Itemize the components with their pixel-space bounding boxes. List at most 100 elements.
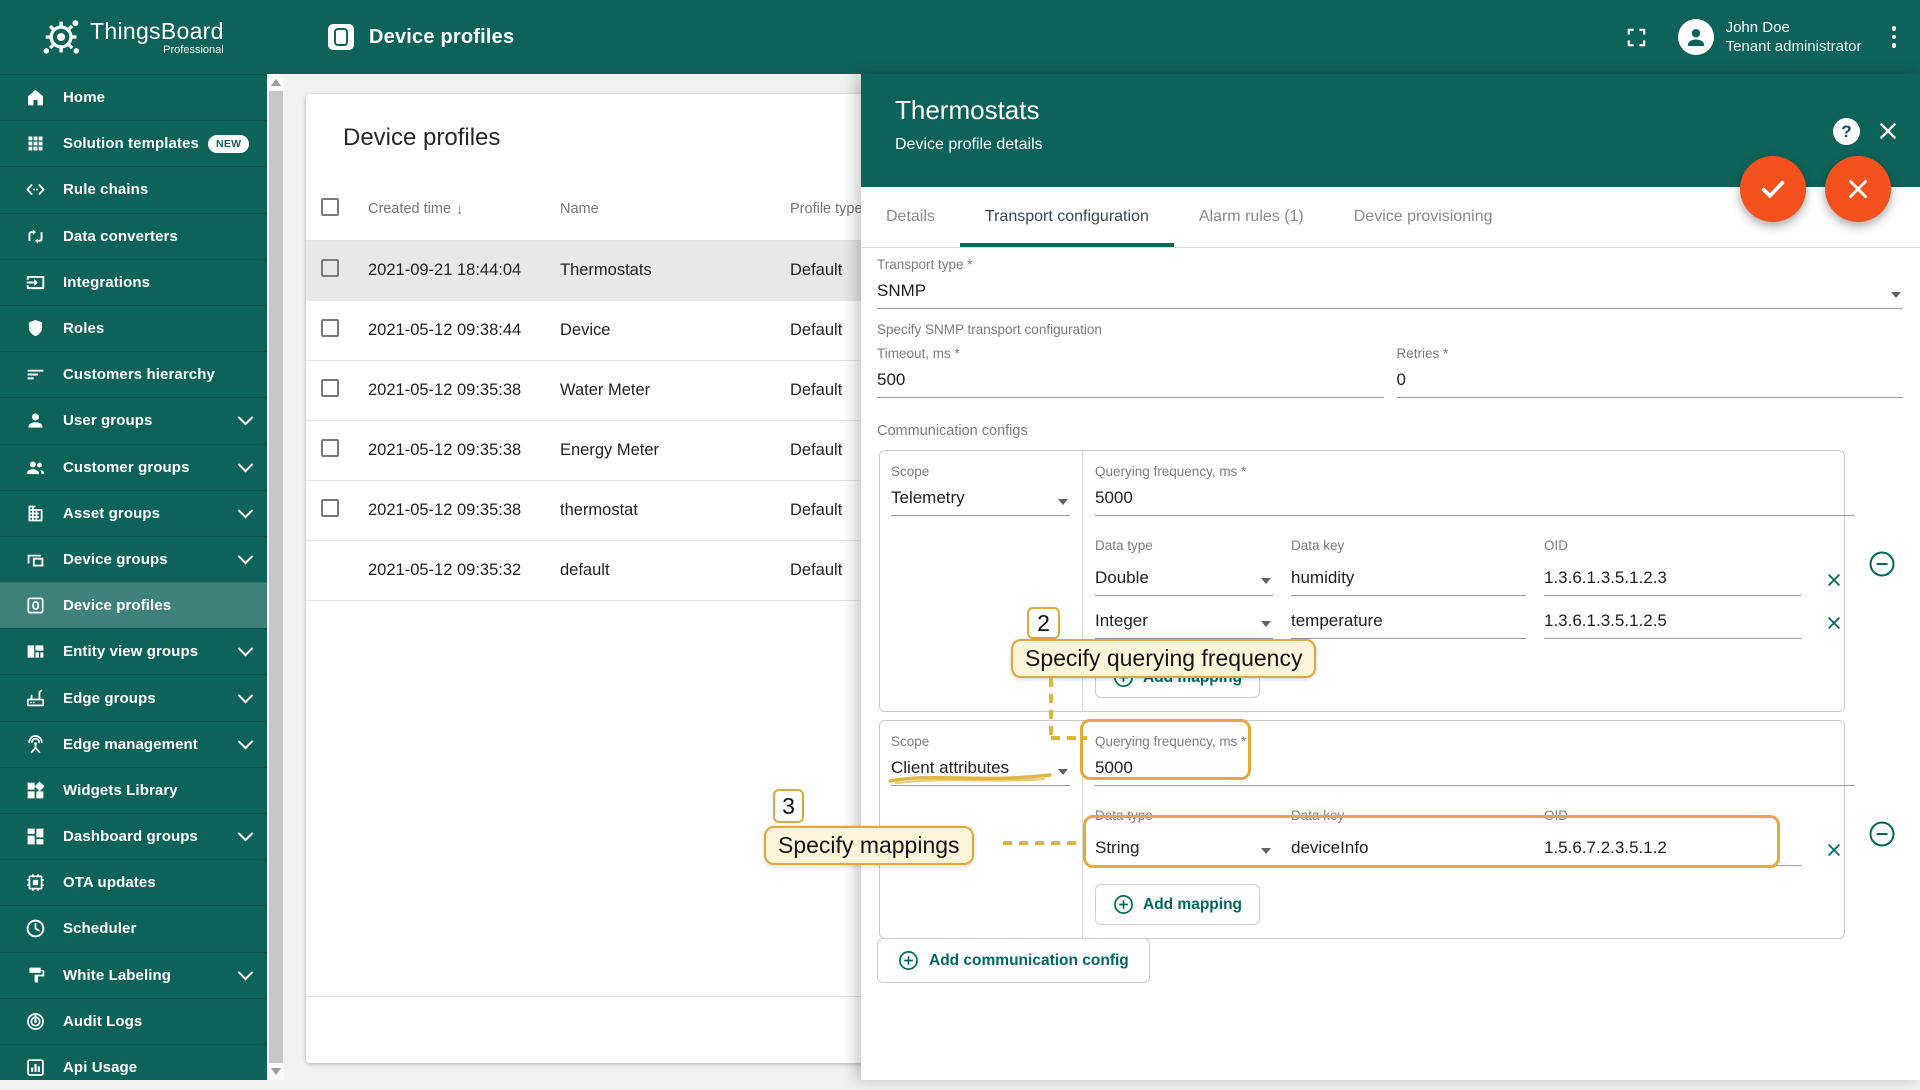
discard-changes-button[interactable]: [1825, 156, 1891, 222]
scope-select[interactable]: Scope Telemetry: [891, 455, 1070, 516]
sidebar-item[interactable]: Scheduler: [0, 905, 267, 951]
cell-created-time: 2021-05-12 09:38:44: [368, 321, 522, 339]
avatar[interactable]: [1677, 19, 1714, 55]
data-key-input[interactable]: deviceInfo: [1291, 836, 1526, 866]
mapping-rows: Double humidity 1.3.6.1.3.5.1.2.3 Intege…: [1095, 553, 1855, 639]
sidebar-menu: Home Solution templates NEW Rule chains: [0, 74, 267, 1090]
row-checkbox[interactable]: [321, 379, 339, 397]
mapping-row: String deviceInfo 1.5.6.7.2.3.5.1.2: [1095, 823, 1855, 866]
sidebar-scrollbar-thumb[interactable]: [268, 91, 283, 1063]
minus-circle-icon: [1868, 550, 1896, 578]
row-checkbox[interactable]: [321, 439, 339, 457]
sidebar-item[interactable]: Solution templates NEW: [0, 120, 267, 166]
sidebar-item[interactable]: User groups: [0, 397, 267, 443]
more-options-icon[interactable]: [1888, 22, 1901, 52]
querying-frequency-field[interactable]: Querying frequency, ms * 5000: [1095, 725, 1855, 786]
close-icon: [1825, 569, 1843, 591]
page-title: Device profiles: [369, 25, 515, 48]
sidebar-item-icon: [25, 1011, 46, 1032]
sidebar-item[interactable]: Api Usage: [0, 1043, 267, 1090]
sidebar-item-label: Edge groups: [63, 689, 156, 707]
help-button[interactable]: ?: [1833, 118, 1860, 145]
querying-frequency-field[interactable]: Querying frequency, ms * 5000: [1095, 455, 1855, 516]
tab[interactable]: Details: [861, 187, 960, 247]
row-checkbox[interactable]: [321, 259, 339, 277]
tab[interactable]: Device provisioning: [1329, 187, 1518, 247]
add-communication-config-button[interactable]: Add communication config: [877, 938, 1150, 983]
sidebar-item[interactable]: Home: [0, 74, 267, 120]
person-icon: [1687, 29, 1704, 46]
cell-name: Device: [560, 321, 611, 339]
sidebar-scrollbar[interactable]: [267, 74, 284, 1080]
sidebar-item[interactable]: Edge groups: [0, 674, 267, 720]
add-mapping-button[interactable]: Add mapping: [1095, 884, 1261, 925]
sidebar-item-label: Entity view groups: [63, 643, 199, 661]
data-type-select[interactable]: Integer: [1095, 609, 1273, 639]
retries-field[interactable]: Retries * 0: [1396, 337, 1903, 398]
cell-created-time: 2021-05-12 09:35:32: [368, 561, 522, 579]
select-all-checkbox[interactable]: [321, 198, 339, 216]
sidebar-item[interactable]: Widgets Library: [0, 766, 267, 813]
sidebar-item[interactable]: Customers hierarchy: [0, 351, 267, 397]
row-checkbox[interactable]: [321, 499, 339, 517]
querying-frequency-value: 5000: [1095, 756, 1855, 786]
sidebar-item[interactable]: Rule chains: [0, 166, 267, 212]
sidebar-item-icon: [25, 734, 46, 755]
scroll-down-arrow-icon[interactable]: [270, 1068, 281, 1075]
sidebar-item[interactable]: Edge management: [0, 720, 267, 767]
tab[interactable]: Alarm rules (1): [1174, 187, 1329, 247]
sidebar-item[interactable]: Dashboard groups: [0, 813, 267, 859]
user-name: John Doe: [1725, 18, 1790, 36]
sidebar-item[interactable]: Device profiles: [0, 582, 267, 629]
scope-select[interactable]: Scope Client attributes: [891, 725, 1070, 786]
remove-mapping-button[interactable]: [1819, 565, 1849, 595]
close-icon: [1844, 175, 1872, 203]
column-name[interactable]: Name: [560, 201, 790, 217]
scroll-up-arrow-icon[interactable]: [270, 79, 281, 86]
transport-type-select[interactable]: Transport type * SNMP: [877, 248, 1903, 309]
sidebar-item[interactable]: Asset groups: [0, 489, 267, 536]
tab[interactable]: Transport configuration: [959, 187, 1174, 247]
sidebar-item-label: Data converters: [63, 227, 178, 245]
data-type-select[interactable]: Double: [1095, 566, 1273, 596]
remove-config-button[interactable]: [1868, 820, 1896, 848]
row-checkbox[interactable]: [321, 319, 339, 337]
app-logo[interactable]: ThingsBoard Professional: [0, 0, 267, 74]
apply-changes-button[interactable]: [1740, 156, 1806, 222]
timeout-field[interactable]: Timeout, ms * 500: [877, 337, 1384, 398]
add-mapping-button[interactable]: Add mapping: [1095, 657, 1261, 698]
mapping-row: Integer temperature 1.3.6.1.3.5.1.2.5: [1095, 596, 1855, 639]
oid-input[interactable]: 1.3.6.1.3.5.1.2.3: [1544, 566, 1801, 596]
column-created-time[interactable]: Created time ↓: [368, 201, 560, 217]
dropdown-arrow-icon: [1058, 769, 1068, 775]
user-menu[interactable]: John Doe Tenant administrator: [1726, 18, 1862, 57]
sidebar-item-label: Device profiles: [63, 597, 172, 615]
sidebar-item[interactable]: Integrations: [0, 258, 267, 305]
close-icon[interactable]: [1876, 119, 1900, 143]
oid-input[interactable]: 1.3.6.1.3.5.1.2.5: [1544, 609, 1801, 639]
sidebar-item[interactable]: Device groups: [0, 535, 267, 582]
data-key-input[interactable]: humidity: [1291, 566, 1526, 596]
oid-input[interactable]: 1.5.6.7.2.3.5.1.2: [1544, 836, 1801, 866]
sidebar-item-icon: [25, 1057, 46, 1078]
sidebar-item[interactable]: Customer groups: [0, 443, 267, 490]
remove-config-button[interactable]: [1868, 550, 1896, 578]
sidebar-item[interactable]: Data converters: [0, 212, 267, 259]
sidebar-item[interactable]: Audit Logs: [0, 997, 267, 1044]
close-icon: [1825, 612, 1843, 634]
sidebar-item[interactable]: Entity view groups: [0, 628, 267, 674]
data-type-select[interactable]: String: [1095, 836, 1273, 866]
remove-mapping-button[interactable]: [1819, 835, 1849, 865]
sidebar-item[interactable]: Roles: [0, 304, 267, 351]
sidebar-item[interactable]: OTA updates: [0, 859, 267, 905]
fullscreen-icon[interactable]: [1625, 26, 1648, 49]
sidebar-item-label: Device groups: [63, 550, 168, 568]
dropdown-arrow-icon: [1891, 292, 1901, 298]
sidebar-item-icon: [25, 503, 46, 524]
remove-mapping-button[interactable]: [1819, 608, 1849, 638]
sidebar-item-label: Api Usage: [63, 1059, 138, 1077]
data-key-input[interactable]: temperature: [1291, 609, 1526, 639]
sidebar-item-icon: [25, 688, 46, 709]
mapping-header: Data type Data key OID: [1095, 538, 1569, 553]
sidebar-item[interactable]: White Labeling: [0, 951, 267, 998]
